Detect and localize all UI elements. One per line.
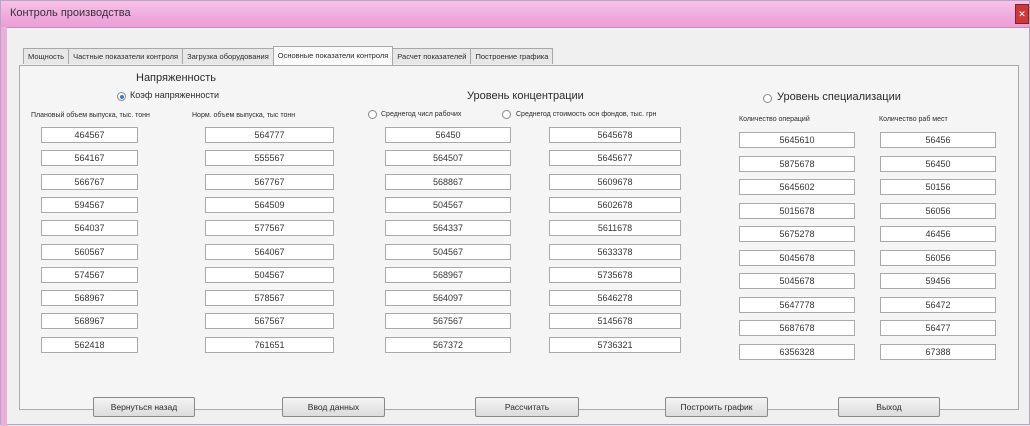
workplaces-header: Количество раб мест bbox=[879, 116, 948, 123]
workplaces-cell[interactable]: 46456 bbox=[880, 226, 996, 242]
calculate-button[interactable]: Рассчитать bbox=[475, 397, 579, 417]
norm-output-cell[interactable]: 567567 bbox=[205, 313, 334, 330]
operations-header: Количество операций bbox=[739, 116, 810, 123]
tab-capacity[interactable]: Мощность bbox=[23, 48, 70, 64]
operations-cell[interactable]: 5675278 bbox=[739, 226, 855, 242]
planned-output-cell[interactable]: 562418 bbox=[41, 336, 138, 353]
avg-workers-cell[interactable]: 504567 bbox=[385, 196, 511, 213]
norm-output-cell[interactable]: 564067 bbox=[205, 243, 334, 260]
operations-cell[interactable]: 5645610 bbox=[739, 132, 855, 148]
avg-workers-cell[interactable]: 567567 bbox=[385, 313, 511, 330]
workplaces-cell[interactable]: 56472 bbox=[880, 296, 996, 313]
workplaces-cell[interactable]: 56456 bbox=[880, 132, 996, 148]
operations-cell[interactable]: 5045678 bbox=[739, 249, 855, 266]
avg-workers-radio[interactable] bbox=[368, 110, 377, 119]
planned-output-cell[interactable]: 464567 bbox=[41, 127, 138, 143]
avg-workers-cell[interactable]: 564337 bbox=[385, 220, 511, 237]
workplaces-cell[interactable]: 56056 bbox=[880, 249, 996, 266]
workplaces-cell[interactable]: 56056 bbox=[880, 202, 996, 219]
back-button[interactable]: Вернуться назад bbox=[93, 397, 195, 417]
operations-cell[interactable]: 6356328 bbox=[739, 343, 855, 360]
tab-main-indicators[interactable]: Основные показатели контроля bbox=[272, 46, 394, 65]
window-border bbox=[1, 27, 7, 426]
workplaces-cell[interactable]: 56477 bbox=[880, 320, 996, 336]
avg-funds-cell[interactable]: 5735678 bbox=[549, 266, 681, 283]
norm-output-cell[interactable]: 567767 bbox=[205, 173, 334, 190]
title-bar[interactable]: Контроль производства ✕ bbox=[1, 1, 1029, 28]
avg-funds-cell[interactable]: 5736321 bbox=[549, 336, 681, 353]
workplaces-cell[interactable]: 67388 bbox=[880, 343, 996, 360]
avg-workers-cell[interactable]: 564097 bbox=[385, 290, 511, 307]
avg-funds-cell[interactable]: 5645677 bbox=[549, 150, 681, 167]
avg-funds-label: Среднегод стоимость осн фондов, тыс. грн bbox=[516, 111, 657, 118]
norm-output-cell[interactable]: 761651 bbox=[205, 336, 334, 353]
norm-output-header: Норм. объем выпуска, тыс тонн bbox=[192, 112, 296, 119]
planned-output-cell[interactable]: 568967 bbox=[41, 313, 138, 330]
avg-funds-cell[interactable]: 5646278 bbox=[549, 290, 681, 307]
norm-output-cell[interactable]: 577567 bbox=[205, 220, 334, 237]
close-icon: ✕ bbox=[1018, 9, 1026, 19]
planned-output-header: Плановый объем выпуска, тыс. тонн bbox=[31, 112, 150, 119]
intensity-radio[interactable] bbox=[117, 92, 126, 101]
norm-output-cell[interactable]: 504567 bbox=[205, 266, 334, 283]
avg-funds-cell[interactable]: 5602678 bbox=[549, 196, 681, 213]
workplaces-cell[interactable]: 59456 bbox=[880, 273, 996, 289]
operations-cell[interactable]: 5687678 bbox=[739, 320, 855, 336]
close-button[interactable]: ✕ bbox=[1015, 4, 1029, 24]
window-title: Контроль производства bbox=[10, 7, 131, 19]
tab-equipment-load[interactable]: Загрузка оборудования bbox=[182, 48, 274, 64]
workplaces-cell[interactable]: 50156 bbox=[880, 179, 996, 195]
app-window: Контроль производства ✕ Мощность Частные… bbox=[0, 0, 1030, 426]
avg-workers-cell[interactable]: 568967 bbox=[385, 266, 511, 283]
planned-output-cell[interactable]: 594567 bbox=[41, 196, 138, 213]
avg-funds-cell[interactable]: 5633378 bbox=[549, 243, 681, 260]
specialization-radio[interactable] bbox=[763, 94, 772, 103]
avg-workers-cell[interactable]: 504567 bbox=[385, 243, 511, 260]
planned-output-cell[interactable]: 564037 bbox=[41, 220, 138, 237]
avg-funds-cell[interactable]: 5645678 bbox=[549, 127, 681, 143]
avg-workers-cell[interactable]: 567372 bbox=[385, 336, 511, 353]
intensity-radio-label: Коэф напряженности bbox=[130, 90, 219, 100]
planned-output-cell[interactable]: 566767 bbox=[41, 173, 138, 190]
avg-workers-cell[interactable]: 56450 bbox=[385, 127, 511, 143]
avg-funds-cell[interactable]: 5145678 bbox=[549, 313, 681, 330]
concentration-title: Уровень концентрации bbox=[467, 90, 584, 102]
operations-cell[interactable]: 5015678 bbox=[739, 202, 855, 219]
norm-output-cell[interactable]: 555567 bbox=[205, 150, 334, 167]
avg-funds-cell[interactable]: 5609678 bbox=[549, 173, 681, 190]
avg-workers-cell[interactable]: 568867 bbox=[385, 173, 511, 190]
tab-strip: Мощность Частные показатели контроля Заг… bbox=[23, 46, 554, 66]
norm-output-cell[interactable]: 564777 bbox=[205, 127, 334, 143]
avg-workers-label: Среднегод числ рабочих bbox=[381, 111, 462, 118]
operations-cell[interactable]: 5647778 bbox=[739, 296, 855, 313]
avg-funds-cell[interactable]: 5611678 bbox=[549, 220, 681, 237]
plot-button[interactable]: Построить график bbox=[665, 397, 768, 417]
tab-calculation[interactable]: Расчет показателей bbox=[392, 48, 472, 64]
intensity-title: Напряженность bbox=[136, 72, 216, 84]
planned-output-cell[interactable]: 568967 bbox=[41, 290, 138, 307]
avg-funds-radio[interactable] bbox=[502, 110, 511, 119]
tab-partial-indicators[interactable]: Частные показатели контроля bbox=[68, 48, 184, 64]
planned-output-cell[interactable]: 560567 bbox=[41, 243, 138, 260]
operations-cell[interactable]: 5045678 bbox=[739, 273, 855, 289]
operations-cell[interactable]: 5645602 bbox=[739, 179, 855, 195]
norm-output-cell[interactable]: 564509 bbox=[205, 196, 334, 213]
planned-output-cell[interactable]: 564167 bbox=[41, 150, 138, 167]
input-data-button[interactable]: Ввод данных bbox=[282, 397, 385, 417]
avg-workers-cell[interactable]: 564507 bbox=[385, 150, 511, 167]
tab-plotting[interactable]: Построение графика bbox=[470, 48, 554, 64]
operations-cell[interactable]: 5875678 bbox=[739, 155, 855, 172]
planned-output-cell[interactable]: 574567 bbox=[41, 266, 138, 283]
exit-button[interactable]: Выход bbox=[838, 397, 940, 417]
specialization-title: Уровень специализации bbox=[777, 91, 901, 103]
norm-output-cell[interactable]: 578567 bbox=[205, 290, 334, 307]
workplaces-cell[interactable]: 56450 bbox=[880, 155, 996, 172]
